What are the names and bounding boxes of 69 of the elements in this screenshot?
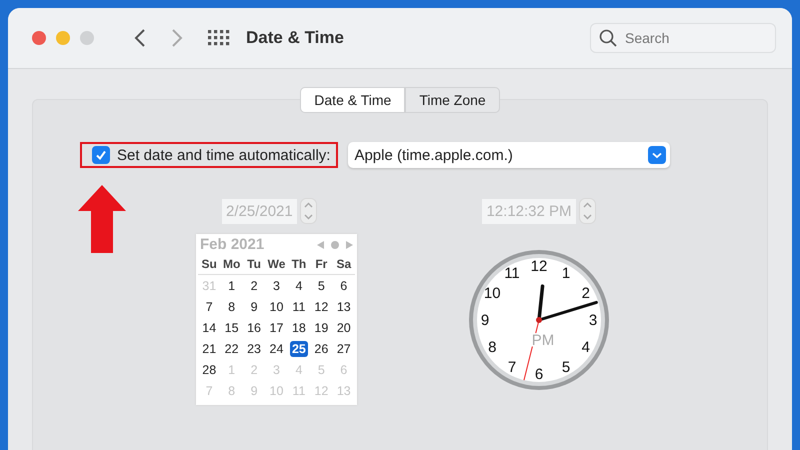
window-title: Date & Time bbox=[246, 28, 344, 48]
calendar-day[interactable]: 8 bbox=[226, 298, 238, 314]
calendar-day[interactable]: 18 bbox=[290, 320, 308, 336]
calendar-day[interactable]: 23 bbox=[245, 340, 264, 356]
chevron-down-icon bbox=[648, 146, 666, 164]
clock-numeral: 10 bbox=[484, 285, 501, 302]
checkbox[interactable] bbox=[92, 146, 110, 164]
search-field[interactable]: Search bbox=[590, 23, 776, 53]
calendar-day[interactable]: 6 bbox=[338, 278, 350, 294]
dropdown-value: Apple (time.apple.com.) bbox=[354, 146, 513, 164]
clock-numeral: 4 bbox=[582, 339, 590, 356]
calendar-day[interactable]: 25 bbox=[290, 340, 308, 356]
weekday-label: Sa bbox=[335, 256, 352, 270]
server-dropdown[interactable]: Apple (time.apple.com.) bbox=[348, 142, 670, 168]
calendar-day[interactable]: 22 bbox=[222, 340, 241, 356]
month-label: Feb 2021 bbox=[200, 236, 264, 253]
calendar-day[interactable]: 9 bbox=[248, 298, 260, 314]
arrow-icon bbox=[78, 185, 126, 253]
clock-numeral: 12 bbox=[530, 258, 548, 275]
calendar-day[interactable]: 12 bbox=[312, 298, 330, 314]
stepper-icon[interactable] bbox=[300, 198, 317, 224]
stepper-icon[interactable] bbox=[578, 198, 596, 224]
back-icon[interactable] bbox=[134, 28, 146, 48]
calendar-day[interactable]: 21 bbox=[200, 340, 218, 356]
window-control-icon[interactable] bbox=[32, 31, 46, 45]
calendar-day[interactable]: 26 bbox=[312, 340, 330, 356]
weekday-label: Tu bbox=[246, 256, 262, 270]
weekday-label: Su bbox=[200, 256, 218, 270]
calendar-day[interactable]: 14 bbox=[200, 320, 218, 336]
window-control-icon[interactable] bbox=[80, 31, 94, 45]
calendar-day[interactable]: 1 bbox=[226, 278, 238, 294]
calendar-day[interactable]: 24 bbox=[268, 340, 286, 356]
clock-numeral: 9 bbox=[480, 312, 490, 329]
weekday-label: Th bbox=[290, 256, 308, 270]
tab[interactable]: Time Zone bbox=[405, 87, 500, 113]
weekday-label: We bbox=[266, 256, 286, 270]
tab[interactable]: Date & Time bbox=[300, 87, 406, 113]
calendar-day[interactable]: 5 bbox=[316, 278, 327, 294]
weekday-label: Fr bbox=[314, 256, 328, 270]
window-control-icon[interactable] bbox=[56, 31, 70, 45]
month-nav-icon[interactable] bbox=[317, 240, 353, 250]
clock-numeral: 11 bbox=[504, 265, 520, 282]
calendar-day[interactable]: 4 bbox=[293, 278, 304, 294]
calendar-day[interactable]: 11 bbox=[290, 298, 308, 314]
calendar-day[interactable]: 13 bbox=[334, 298, 353, 314]
calendar-day[interactable]: 10 bbox=[268, 298, 286, 314]
checkbox-label: Set date and time automatically: bbox=[117, 146, 330, 164]
calendar-day[interactable]: 16 bbox=[245, 320, 264, 336]
calendar-day[interactable]: 19 bbox=[312, 320, 330, 336]
calendar-day[interactable]: 2 bbox=[248, 278, 260, 294]
calendar-day[interactable]: 28 bbox=[200, 362, 218, 378]
clock-numeral: 1 bbox=[562, 265, 570, 282]
grid-icon[interactable] bbox=[208, 30, 230, 46]
forward-icon[interactable] bbox=[171, 28, 183, 48]
weekday-label: Mo bbox=[222, 256, 242, 270]
clock-numeral: 7 bbox=[508, 358, 516, 376]
search-icon bbox=[599, 29, 617, 47]
check-icon bbox=[95, 149, 107, 161]
calendar-day[interactable]: 17 bbox=[268, 320, 286, 336]
calendar-day[interactable]: 3 bbox=[271, 278, 282, 294]
calendar-day[interactable]: 7 bbox=[204, 298, 215, 314]
calendar-day[interactable]: 27 bbox=[334, 340, 353, 356]
clock-numeral: 5 bbox=[562, 358, 570, 376]
calendar-day[interactable]: 20 bbox=[334, 320, 353, 336]
clock-numeral: 2 bbox=[582, 285, 590, 302]
clock-numeral: 6 bbox=[534, 366, 544, 383]
clock-numeral: 3 bbox=[588, 312, 598, 329]
calendar-day[interactable]: 15 bbox=[222, 320, 241, 336]
clock-numeral: 8 bbox=[488, 339, 496, 356]
